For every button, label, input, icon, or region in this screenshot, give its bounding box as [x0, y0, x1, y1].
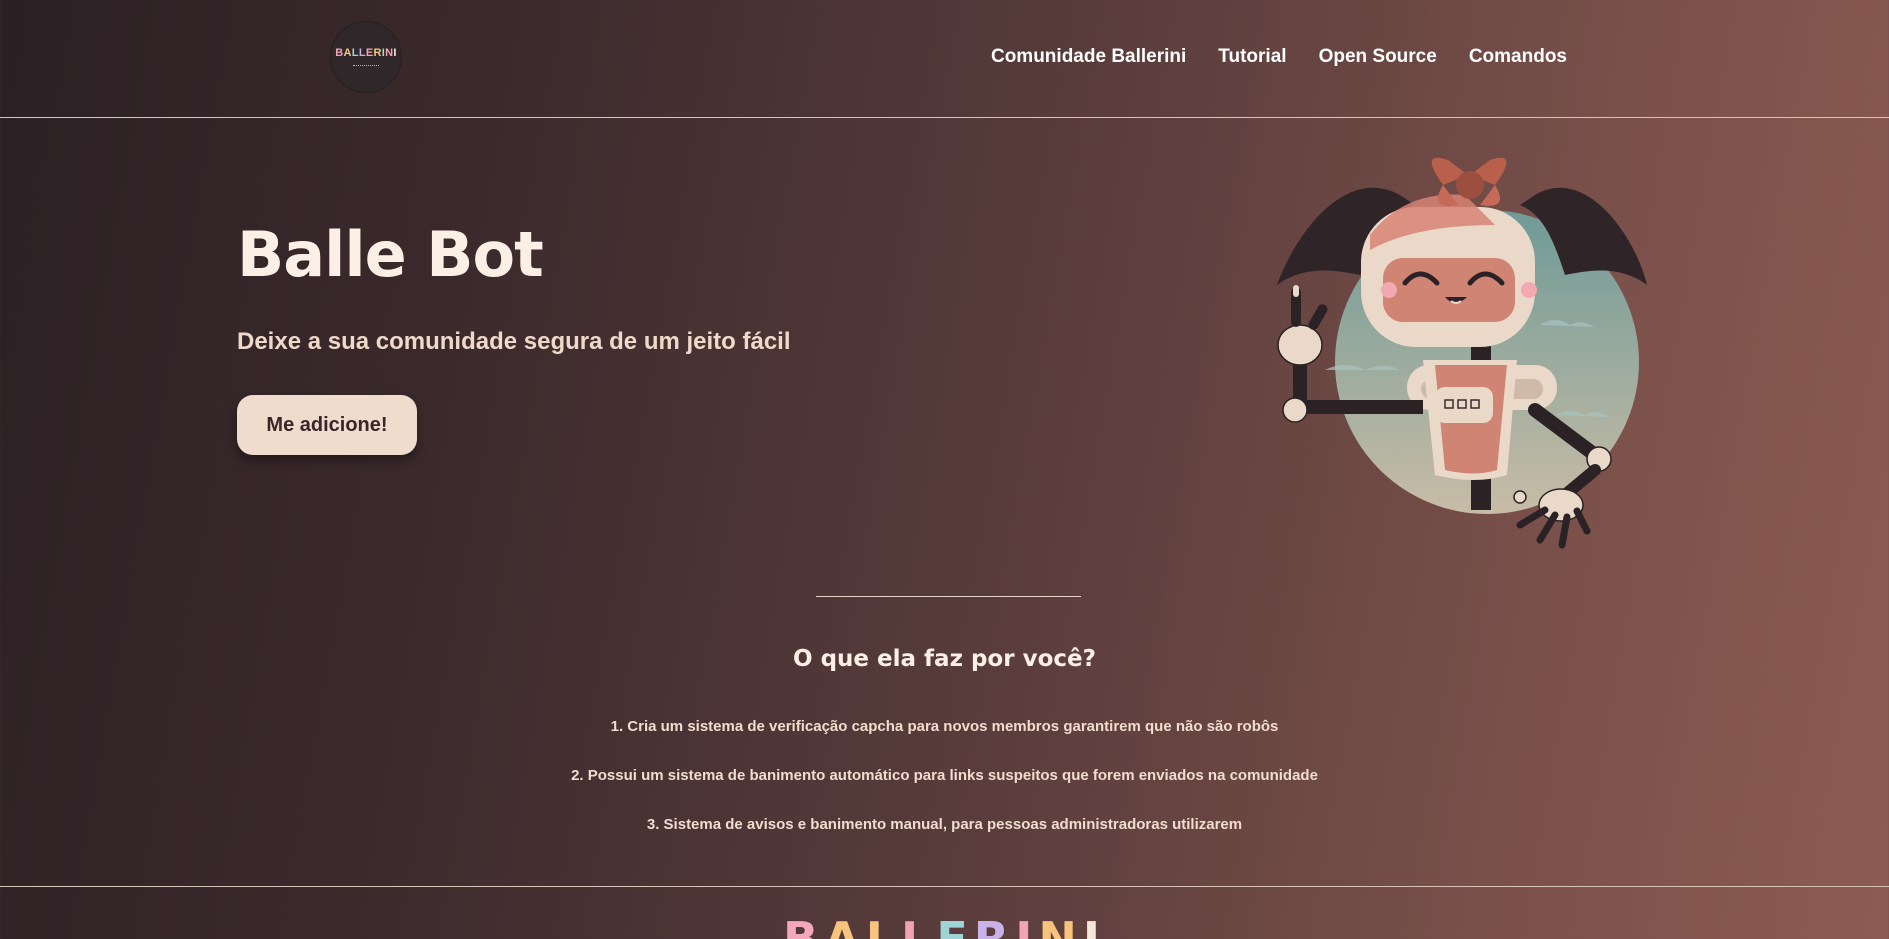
- nav-link-comandos[interactable]: Comandos: [1469, 46, 1567, 68]
- feature-item: 3. Sistema de avisos e banimento manual,…: [646, 816, 1243, 833]
- features-list: 1. Cria um sistema de verificação capcha…: [0, 718, 1889, 865]
- ballerini-logo[interactable]: BALLERINI: [331, 22, 401, 92]
- nav-link-tutorial[interactable]: Tutorial: [1218, 46, 1286, 68]
- features-title: O que ela faz por você?: [793, 646, 1096, 672]
- feature-item: 2. Possui um sistema de banimento automá…: [571, 767, 1318, 784]
- logo-wordmark: BALLERINI: [335, 47, 397, 59]
- add-bot-button[interactable]: Me adicione!: [237, 395, 417, 455]
- footer-divider: [0, 886, 1889, 887]
- nav-link-open-source[interactable]: Open Source: [1319, 46, 1437, 68]
- hero-subtitle: Deixe a sua comunidade segura de um jeit…: [237, 328, 791, 355]
- navbar: BALLERINI Comunidade Ballerini Tutorial …: [0, 0, 1889, 118]
- footer-logo: BALLERINI: [783, 912, 1106, 939]
- hero-title: Balle Bot: [237, 218, 544, 291]
- nav-links: Comunidade Ballerini Tutorial Open Sourc…: [991, 46, 1567, 68]
- robot-illustration: [1277, 157, 1647, 549]
- logo-squiggle: [353, 62, 379, 66]
- feature-item: 1. Cria um sistema de verificação capcha…: [610, 718, 1279, 735]
- section-divider: [816, 596, 1081, 597]
- nav-link-comunidade[interactable]: Comunidade Ballerini: [991, 46, 1186, 68]
